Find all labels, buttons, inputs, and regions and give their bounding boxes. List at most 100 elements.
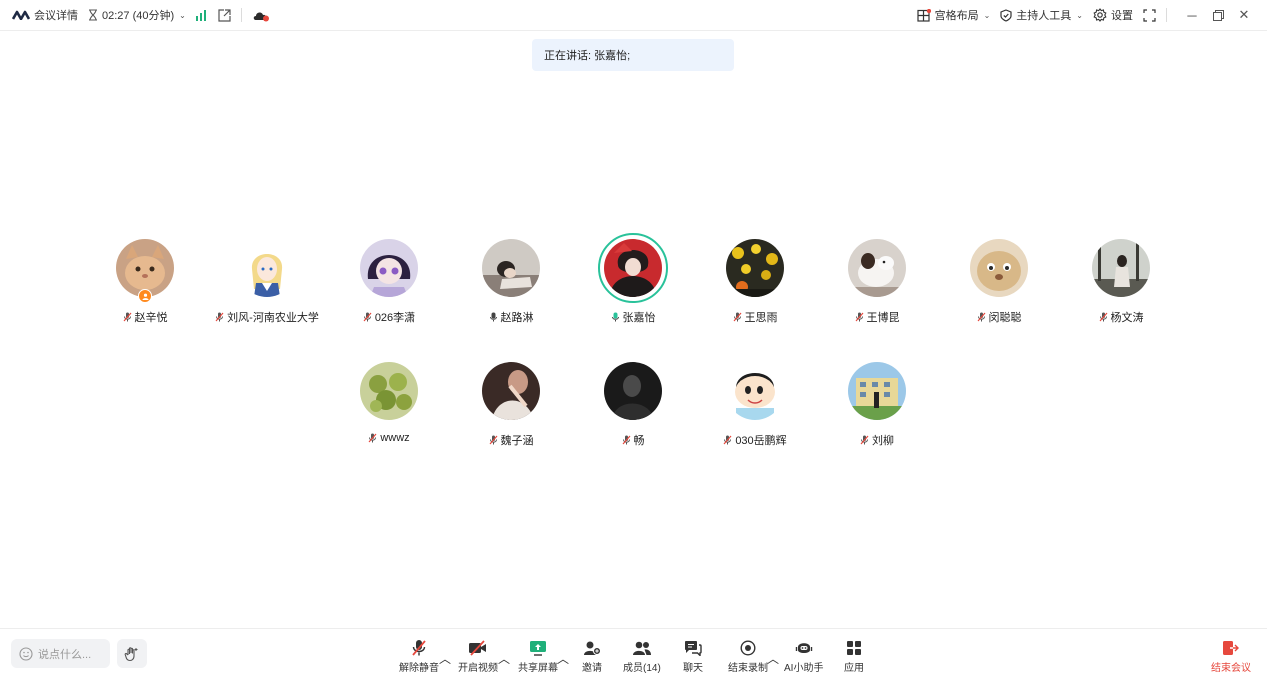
participant-name-row: wwwz bbox=[329, 432, 449, 444]
signal-bars-icon bbox=[195, 9, 208, 21]
add-user-icon bbox=[583, 640, 601, 656]
avatar bbox=[360, 239, 418, 297]
avatar bbox=[604, 362, 662, 420]
settings-label: 设置 bbox=[1111, 10, 1133, 22]
start-video-button[interactable]: 开启视频 bbox=[458, 639, 498, 675]
participant-name: 闵聪聪 bbox=[988, 312, 1022, 324]
restore-button[interactable] bbox=[1207, 4, 1229, 26]
participant-tile-active-speaker[interactable]: 张嘉怡 bbox=[573, 233, 693, 329]
participant-tile[interactable]: 刘柳 bbox=[817, 362, 937, 452]
avatar bbox=[482, 362, 540, 420]
popout-button[interactable] bbox=[218, 8, 231, 22]
participant-tile[interactable]: 026李潇 bbox=[329, 239, 449, 329]
meeting-details-button[interactable]: 会议详情 bbox=[12, 7, 78, 23]
share-screen-label: 共享屏幕 bbox=[518, 663, 558, 674]
audio-options-chevron-icon[interactable]: ︿ bbox=[439, 650, 451, 686]
participant-name: 赵路淋 bbox=[500, 312, 534, 324]
chevron-down-icon: ⌄ bbox=[179, 10, 186, 20]
close-icon: ✕ bbox=[1238, 7, 1250, 22]
participant-tile[interactable]: 魏子涵 bbox=[451, 362, 571, 452]
participant-tile[interactable]: 赵路淋 bbox=[451, 239, 571, 329]
avatar bbox=[848, 362, 906, 420]
video-off-icon bbox=[468, 640, 488, 656]
mic-muted-icon bbox=[733, 312, 742, 322]
unmute-button[interactable]: 解除静音 bbox=[399, 639, 439, 675]
invite-button[interactable]: 邀请 bbox=[582, 639, 602, 675]
participant-tile[interactable]: 王博昆 bbox=[817, 239, 937, 329]
mic-muted-icon bbox=[123, 312, 132, 322]
participant-name-row: 刘风-河南农业大学 bbox=[207, 309, 327, 325]
avatar bbox=[360, 362, 418, 420]
exit-icon bbox=[1222, 640, 1240, 656]
end-meeting-button[interactable]: 结束会议 bbox=[1211, 639, 1251, 675]
gear-icon bbox=[1093, 8, 1107, 22]
avatar bbox=[482, 239, 540, 297]
participant-tile[interactable]: 刘风-河南农业大学 bbox=[207, 239, 327, 329]
apps-button[interactable]: 应用 bbox=[844, 639, 864, 675]
chevron-down-icon: ⌄ bbox=[1076, 10, 1083, 20]
participant-tile[interactable]: 030岳鹏辉 bbox=[695, 362, 815, 452]
grid-layout-label: 宫格布局 bbox=[934, 10, 979, 22]
mic-muted-icon bbox=[1099, 312, 1108, 322]
avatar bbox=[1092, 239, 1150, 297]
minimize-button[interactable]: ─ bbox=[1181, 4, 1203, 26]
mic-muted-icon bbox=[489, 435, 498, 445]
avatar bbox=[238, 239, 296, 297]
mic-off-icon bbox=[411, 639, 427, 657]
emoji-icon bbox=[19, 646, 33, 661]
avatar-active-speaker bbox=[598, 233, 668, 303]
host-tools-button[interactable]: 主持人工具 ⌄ bbox=[1000, 7, 1083, 23]
share-screen-icon bbox=[529, 640, 547, 656]
restore-icon bbox=[1212, 9, 1224, 21]
end-meeting-label: 结束会议 bbox=[1211, 663, 1251, 674]
participant-tile[interactable]: 闵聪聪 bbox=[939, 239, 1059, 329]
participant-tile[interactable]: wwwz bbox=[329, 362, 449, 452]
participant-tile[interactable]: 杨文涛 bbox=[1061, 239, 1181, 329]
grid-layout-button[interactable]: 宫格布局 ⌄ bbox=[916, 7, 990, 23]
chat-label: 聊天 bbox=[683, 663, 703, 674]
avatar bbox=[726, 362, 784, 420]
avatar bbox=[848, 239, 906, 297]
participant-name-row: 026李潇 bbox=[329, 309, 449, 325]
participant-name: 026李潇 bbox=[374, 312, 416, 324]
chat-button[interactable]: 聊天 bbox=[683, 639, 703, 675]
raise-hand-button[interactable] bbox=[117, 639, 147, 668]
divider bbox=[240, 8, 242, 22]
cloud-record-icon bbox=[252, 9, 270, 22]
network-signal-button[interactable] bbox=[195, 9, 208, 21]
mic-muted-icon bbox=[860, 435, 869, 445]
participant-name: 畅 bbox=[633, 435, 645, 447]
participant-name: 王思雨 bbox=[744, 312, 778, 324]
fullscreen-button[interactable] bbox=[1143, 8, 1156, 22]
participant-name: 刘风-河南农业大学 bbox=[227, 312, 319, 324]
participant-name: 030岳鹏辉 bbox=[735, 435, 787, 447]
participant-name: 赵辛悦 bbox=[134, 312, 168, 324]
members-icon bbox=[632, 640, 652, 656]
chat-icon bbox=[684, 640, 702, 656]
mic-muted-icon bbox=[977, 312, 986, 322]
grid-layout-icon bbox=[916, 8, 931, 22]
speaking-banner: 正在讲话: 张嘉怡; bbox=[532, 39, 734, 71]
participant-name: wwwz bbox=[380, 432, 410, 444]
close-button[interactable]: ✕ bbox=[1233, 4, 1255, 26]
unmute-label: 解除静音 bbox=[399, 663, 439, 674]
end-recording-button[interactable]: 结束录制 bbox=[728, 639, 768, 675]
settings-button[interactable]: 设置 bbox=[1093, 7, 1133, 23]
participant-tile[interactable]: 赵辛悦 bbox=[85, 239, 205, 329]
ai-robot-icon bbox=[795, 640, 813, 656]
meeting-timer[interactable]: 02:27 (40分钟) ⌄ bbox=[88, 7, 186, 23]
video-options-chevron-icon[interactable]: ︿ bbox=[498, 650, 510, 686]
participant-tile[interactable]: 王思雨 bbox=[695, 239, 815, 329]
members-label: 成员(14) bbox=[623, 663, 661, 674]
ai-assistant-button[interactable]: AI小助手 bbox=[784, 639, 823, 675]
share-options-chevron-icon[interactable]: ︿ bbox=[557, 650, 569, 686]
members-button[interactable]: 成员(14) bbox=[623, 639, 661, 675]
cloud-recording-status[interactable] bbox=[252, 9, 270, 22]
quick-chat-input[interactable]: 说点什么... bbox=[11, 639, 110, 668]
recording-options-chevron-icon[interactable]: ︿ bbox=[767, 650, 779, 686]
external-link-icon bbox=[218, 8, 231, 22]
share-screen-button[interactable]: 共享屏幕 bbox=[518, 639, 558, 675]
participant-name: 刘柳 bbox=[872, 435, 894, 447]
participant-name-row: 王思雨 bbox=[695, 309, 815, 325]
participant-tile[interactable]: 畅 bbox=[573, 362, 693, 452]
